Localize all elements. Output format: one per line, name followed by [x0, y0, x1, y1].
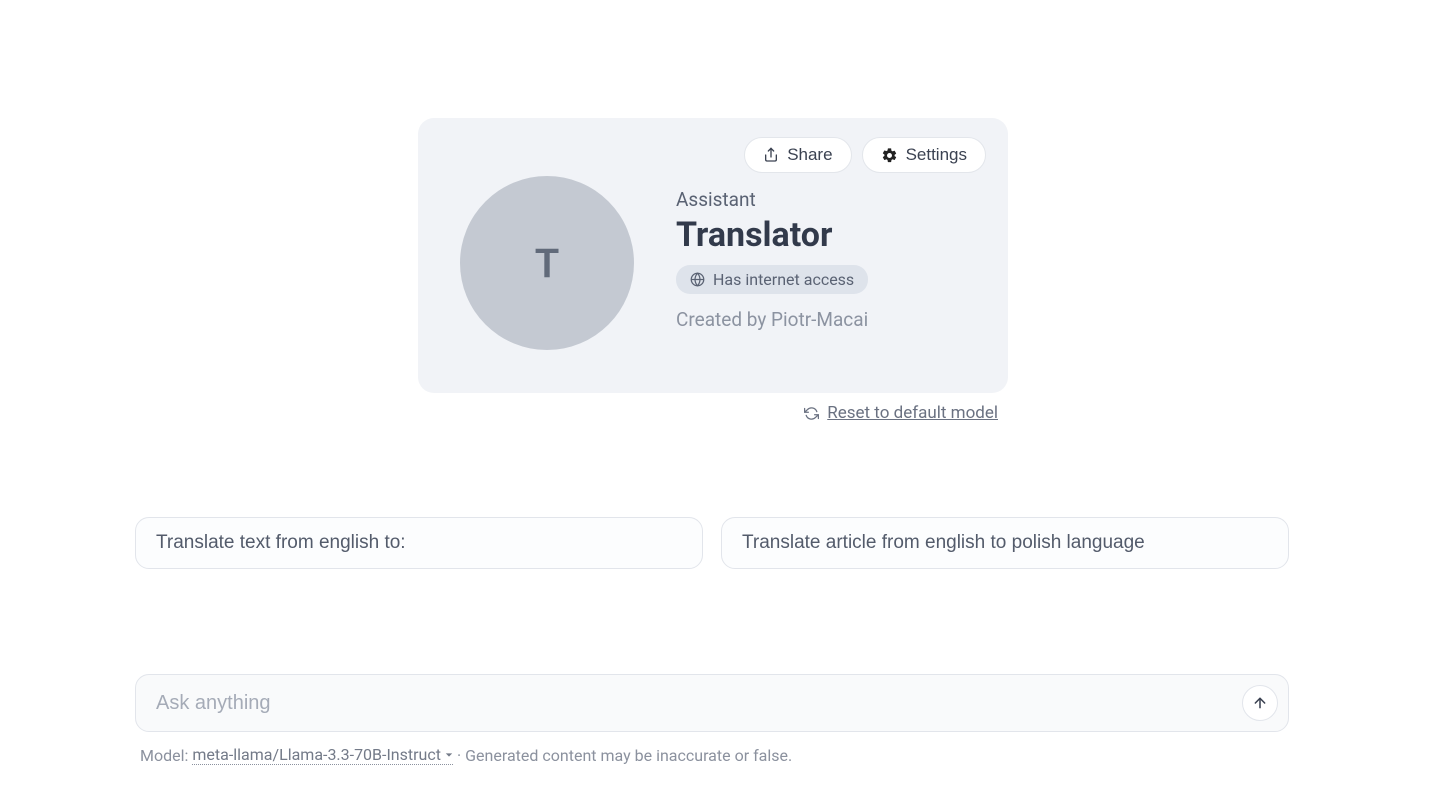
model-selector[interactable]: meta-llama/Llama-3.3-70B-Instruct: [192, 745, 453, 765]
creator-prefix: Created by: [676, 308, 771, 331]
suggestion-item[interactable]: Translate text from english to:: [135, 517, 703, 569]
share-label: Share: [787, 145, 832, 165]
refresh-icon: [804, 406, 819, 421]
share-icon: [763, 147, 779, 163]
assistant-meta: Assistant Translator Has internet access…: [676, 188, 868, 331]
input-area: [135, 674, 1289, 732]
caret-down-icon: [445, 751, 453, 759]
avatar-initial: T: [535, 240, 560, 287]
gear-icon: [881, 147, 898, 164]
reset-model-text: Reset to default model: [827, 403, 998, 423]
internet-access-badge: Has internet access: [676, 265, 868, 294]
settings-label: Settings: [906, 145, 967, 165]
settings-button[interactable]: Settings: [862, 137, 986, 173]
assistant-type-label: Assistant: [676, 188, 868, 211]
suggestion-row: Translate text from english to: Translat…: [135, 517, 1289, 569]
suggestion-item[interactable]: Translate article from english to polish…: [721, 517, 1289, 569]
model-name-text: meta-llama/Llama-3.3-70B-Instruct: [192, 745, 441, 764]
chat-input[interactable]: [136, 675, 1218, 731]
creator-name[interactable]: Piotr-Macai: [771, 308, 868, 331]
creator-line: Created by Piotr-Macai: [676, 308, 868, 331]
disclaimer-text: Generated content may be inaccurate or f…: [465, 746, 792, 765]
model-label: Model:: [140, 746, 188, 765]
arrow-up-icon: [1252, 695, 1268, 711]
assistant-card: Share Settings T Assistant Translator: [418, 118, 1008, 393]
reset-model-row: Reset to default model: [418, 403, 998, 426]
card-actions: Share Settings: [744, 137, 986, 173]
footer-separator: ·: [457, 746, 461, 765]
send-button[interactable]: [1242, 685, 1278, 721]
reset-model-link[interactable]: Reset to default model: [804, 403, 998, 423]
footer-line: Model: meta-llama/Llama-3.3-70B-Instruct…: [140, 745, 792, 765]
avatar: T: [460, 176, 634, 350]
badge-text: Has internet access: [713, 270, 854, 289]
share-button[interactable]: Share: [744, 137, 851, 173]
chat-input-box: [135, 674, 1289, 732]
globe-icon: [690, 272, 705, 287]
assistant-title: Translator: [676, 215, 868, 255]
